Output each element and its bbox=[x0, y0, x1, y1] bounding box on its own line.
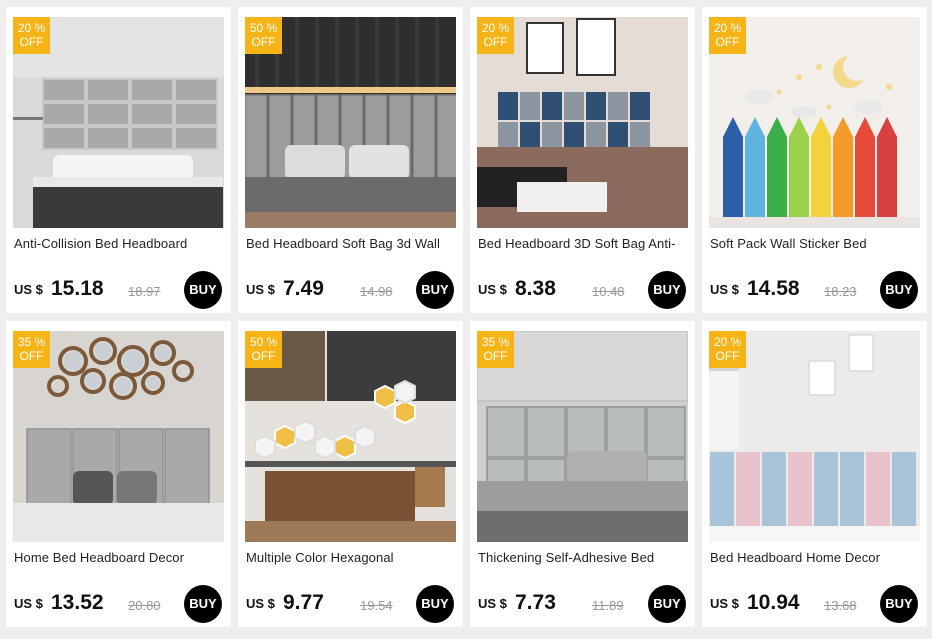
currency-label: US $ bbox=[710, 282, 739, 297]
original-price: 19.54 bbox=[360, 598, 393, 613]
discount-badge: 20 % OFF bbox=[709, 17, 746, 54]
sale-price: 10.94 bbox=[747, 591, 800, 614]
original-price: 18.97 bbox=[128, 284, 161, 299]
price-row: US $ 13.52 20.80 BUY bbox=[14, 583, 224, 623]
product-title[interactable]: Bed Headboard 3D Soft Bag Anti- bbox=[478, 236, 686, 251]
currency-label: US $ bbox=[478, 596, 507, 611]
buy-button[interactable]: BUY bbox=[184, 585, 222, 623]
original-price: 11.89 bbox=[592, 598, 624, 613]
product-card[interactable]: 50 % OFF Bed Headboard Soft Bag 3d Wall U… bbox=[238, 7, 463, 313]
sale-price: 8.38 bbox=[515, 277, 556, 300]
product-grid: 20 % OFF Anti-Collision Bed Headboard US … bbox=[0, 0, 932, 639]
sale-price: 13.52 bbox=[51, 591, 104, 614]
original-price: 10.48 bbox=[592, 284, 625, 299]
sale-price: 15.18 bbox=[51, 277, 104, 300]
currency-label: US $ bbox=[478, 282, 507, 297]
product-card[interactable]: 20 % OFF Bed Headboard 3D Soft Bag Anti- … bbox=[470, 7, 695, 313]
discount-badge: 20 % OFF bbox=[709, 331, 746, 368]
product-title[interactable]: Home Bed Headboard Decor bbox=[14, 550, 222, 565]
product-card[interactable]: 35 % OFF Home Bed Headboard Decor US $ 13… bbox=[6, 321, 231, 627]
product-title[interactable]: Bed Headboard Soft Bag 3d Wall bbox=[246, 236, 454, 251]
original-price: 13.68 bbox=[824, 598, 857, 613]
buy-button[interactable]: BUY bbox=[416, 585, 454, 623]
product-card[interactable]: 20 % OFF Anti-Collision Bed Headboard US … bbox=[6, 7, 231, 313]
original-price: 18.23 bbox=[824, 284, 857, 299]
price-row: US $ 14.58 18.23 BUY bbox=[710, 269, 920, 309]
buy-button[interactable]: BUY bbox=[416, 271, 454, 309]
product-title[interactable]: Soft Pack Wall Sticker Bed bbox=[710, 236, 918, 251]
price-row: US $ 15.18 18.97 BUY bbox=[14, 269, 224, 309]
sale-price: 7.49 bbox=[283, 277, 324, 300]
currency-label: US $ bbox=[14, 282, 43, 297]
original-price: 20.80 bbox=[128, 598, 161, 613]
product-card[interactable]: 50 % OFF Multiple Color Hexagonal US $ 9.… bbox=[238, 321, 463, 627]
sale-price: 7.73 bbox=[515, 591, 556, 614]
product-title[interactable]: Bed Headboard Home Decor bbox=[710, 550, 918, 565]
sale-price: 9.77 bbox=[283, 591, 324, 614]
discount-badge: 20 % OFF bbox=[13, 17, 50, 54]
price-row: US $ 9.77 19.54 BUY bbox=[246, 583, 456, 623]
product-card[interactable]: 35 % OFF Thickening Self-Adhesive Bed US … bbox=[470, 321, 695, 627]
currency-label: US $ bbox=[246, 596, 275, 611]
price-row: US $ 7.73 11.89 BUY bbox=[478, 583, 688, 623]
buy-button[interactable]: BUY bbox=[880, 585, 918, 623]
product-title[interactable]: Thickening Self-Adhesive Bed bbox=[478, 550, 686, 565]
discount-badge: 35 % OFF bbox=[477, 331, 514, 368]
currency-label: US $ bbox=[246, 282, 275, 297]
discount-badge: 20 % OFF bbox=[477, 17, 514, 54]
price-row: US $ 10.94 13.68 BUY bbox=[710, 583, 920, 623]
buy-button[interactable]: BUY bbox=[648, 271, 686, 309]
price-row: US $ 7.49 14.98 BUY bbox=[246, 269, 456, 309]
sale-price: 14.58 bbox=[747, 277, 800, 300]
currency-label: US $ bbox=[14, 596, 43, 611]
price-row: US $ 8.38 10.48 BUY bbox=[478, 269, 688, 309]
currency-label: US $ bbox=[710, 596, 739, 611]
discount-badge: 50 % OFF bbox=[245, 17, 282, 54]
discount-badge: 50 % OFF bbox=[245, 331, 282, 368]
buy-button[interactable]: BUY bbox=[880, 271, 918, 309]
product-card[interactable]: 20 % OFF Soft Pack Wall Sticker Bed US $ … bbox=[702, 7, 927, 313]
discount-badge: 35 % OFF bbox=[13, 331, 50, 368]
product-title[interactable]: Anti-Collision Bed Headboard bbox=[14, 236, 222, 251]
buy-button[interactable]: BUY bbox=[648, 585, 686, 623]
buy-button[interactable]: BUY bbox=[184, 271, 222, 309]
product-card[interactable]: 20 % OFF Bed Headboard Home Decor US $ 10… bbox=[702, 321, 927, 627]
original-price: 14.98 bbox=[360, 284, 393, 299]
product-title[interactable]: Multiple Color Hexagonal bbox=[246, 550, 454, 565]
